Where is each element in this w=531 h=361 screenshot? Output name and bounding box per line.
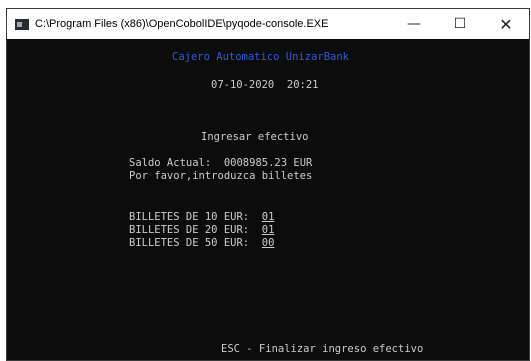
bill-label: BILLETES DE 20 EUR: bbox=[129, 224, 250, 236]
bank-name: Cajero Automatico UnizarBank bbox=[172, 51, 350, 63]
bill-row-10: BILLETES DE 10 EUR: 01 bbox=[129, 211, 274, 224]
bill-label: BILLETES DE 50 EUR: bbox=[129, 237, 250, 249]
window-controls: — ☐ ✕ bbox=[391, 9, 529, 39]
prompt-text: Por favor,introduzca billetes bbox=[129, 170, 313, 182]
balance-label: Saldo Actual: bbox=[129, 157, 212, 169]
bill-row-20: BILLETES DE 20 EUR: 01 bbox=[129, 224, 274, 237]
close-button[interactable]: ✕ bbox=[483, 9, 529, 39]
datetime: 07-10-2020 20:21 bbox=[211, 79, 318, 92]
minimize-button[interactable]: — bbox=[391, 9, 437, 39]
maximize-button[interactable]: ☐ bbox=[437, 9, 483, 39]
bill-input-10[interactable]: 01 bbox=[262, 211, 275, 223]
balance-line: Saldo Actual: 0008985.23 EUR bbox=[129, 157, 312, 170]
bill-input-50[interactable]: 00 bbox=[262, 237, 275, 249]
console-app-icon bbox=[15, 18, 29, 30]
footer-hint: ESC - Finalizar ingreso efectivo bbox=[221, 343, 424, 355]
bill-input-20[interactable]: 01 bbox=[262, 224, 275, 236]
window-title: C:\Program Files (x86)\OpenCobolIDE\pyqo… bbox=[35, 18, 329, 30]
date-text: 07-10-2020 bbox=[211, 79, 275, 91]
console-output[interactable]: Cajero Automatico UnizarBank 07-10-2020 … bbox=[7, 39, 529, 360]
screen-title: Ingresar efectivo bbox=[201, 131, 309, 143]
bill-label: BILLETES DE 10 EUR: bbox=[129, 211, 250, 223]
balance-value: 0008985.23 EUR bbox=[223, 157, 313, 169]
bill-row-50: BILLETES DE 50 EUR: 00 bbox=[129, 237, 274, 250]
time-text: 20:21 bbox=[286, 79, 319, 91]
title-bar[interactable]: C:\Program Files (x86)\OpenCobolIDE\pyqo… bbox=[7, 9, 529, 39]
console-window: C:\Program Files (x86)\OpenCobolIDE\pyqo… bbox=[6, 8, 530, 361]
